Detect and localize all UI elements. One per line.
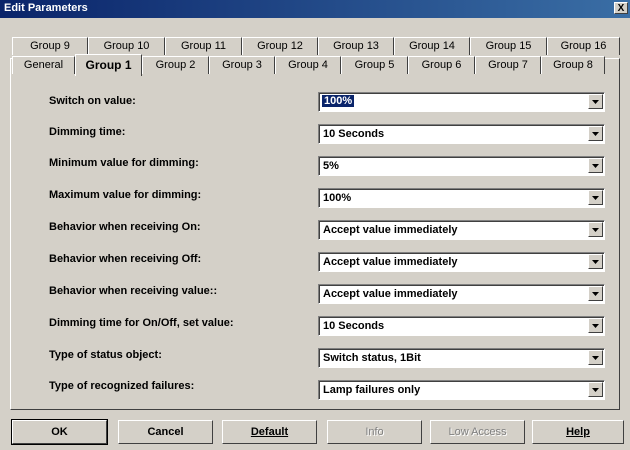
- label-behavior-on: Behavior when receiving On:: [49, 221, 201, 233]
- label-maximum-value: Maximum value for dimming:: [49, 189, 202, 201]
- tab-group-15[interactable]: Group 15: [470, 37, 547, 55]
- dropdown-arrow-icon[interactable]: [588, 158, 603, 173]
- dimming-time-select[interactable]: 10 Seconds: [318, 124, 605, 144]
- dimming-time-onoff-value: 10 Seconds: [323, 320, 385, 332]
- label-dimming-time: Dimming time:: [49, 126, 126, 138]
- behavior-value-value: Accept value immediately: [323, 288, 458, 300]
- tab-group-5[interactable]: Group 5: [341, 56, 408, 74]
- tab-row-front: General Group 1 Group 2 Group 3 Group 4 …: [12, 54, 605, 76]
- behavior-on-value: Accept value immediately: [323, 224, 458, 236]
- dropdown-arrow-icon[interactable]: [588, 350, 603, 365]
- tab-row-back: Group 9 Group 10 Group 11 Group 12 Group…: [12, 37, 620, 55]
- tab-group-9[interactable]: Group 9: [12, 37, 88, 55]
- behavior-off-value: Accept value immediately: [323, 256, 458, 268]
- tab-group-14[interactable]: Group 14: [394, 37, 470, 55]
- dropdown-arrow-icon[interactable]: [588, 190, 603, 205]
- ok-button[interactable]: OK: [11, 419, 108, 445]
- label-status-object-type: Type of status object:: [49, 349, 162, 361]
- label-switch-on-value: Switch on value:: [49, 95, 136, 107]
- dropdown-arrow-icon[interactable]: [588, 94, 603, 109]
- tab-group-11[interactable]: Group 11: [165, 37, 242, 55]
- minimum-value-value: 5%: [323, 160, 339, 172]
- maximum-value-value: 100%: [323, 192, 352, 204]
- cancel-button[interactable]: Cancel: [118, 420, 213, 444]
- dimming-time-value: 10 Seconds: [323, 128, 385, 140]
- switch-on-value-value: 100%: [322, 95, 355, 107]
- tab-group-2[interactable]: Group 2: [142, 56, 209, 74]
- label-minimum-value: Minimum value for dimming:: [49, 157, 199, 169]
- tab-group-7[interactable]: Group 7: [475, 56, 541, 74]
- dropdown-arrow-icon[interactable]: [588, 254, 603, 269]
- tab-group-16[interactable]: Group 16: [547, 37, 620, 55]
- title-bar: Edit Parameters X: [0, 0, 630, 18]
- behavior-off-select[interactable]: Accept value immediately: [318, 252, 605, 272]
- status-object-type-value: Switch status, 1Bit: [323, 352, 421, 364]
- tab-group-8[interactable]: Group 8: [541, 56, 605, 74]
- tab-group-6[interactable]: Group 6: [408, 56, 475, 74]
- tab-group-12[interactable]: Group 12: [242, 37, 318, 55]
- minimum-value-select[interactable]: 5%: [318, 156, 605, 176]
- label-dimming-time-onoff: Dimming time for On/Off, set value:: [49, 317, 234, 329]
- label-recognized-failures: Type of recognized failures:: [49, 380, 195, 392]
- close-button[interactable]: X: [614, 2, 628, 14]
- tab-general[interactable]: General: [12, 56, 75, 74]
- tab-group-3[interactable]: Group 3: [209, 56, 275, 74]
- dropdown-arrow-icon[interactable]: [588, 222, 603, 237]
- dropdown-arrow-icon[interactable]: [588, 126, 603, 141]
- status-object-type-select[interactable]: Switch status, 1Bit: [318, 348, 605, 368]
- behavior-value-select[interactable]: Accept value immediately: [318, 284, 605, 304]
- dropdown-arrow-icon[interactable]: [588, 286, 603, 301]
- dropdown-arrow-icon[interactable]: [588, 318, 603, 333]
- recognized-failures-value: Lamp failures only: [323, 384, 421, 396]
- switch-on-value-select[interactable]: 100%: [318, 92, 605, 112]
- low-access-button[interactable]: Low Access: [430, 420, 525, 444]
- window-title: Edit Parameters: [4, 2, 88, 14]
- label-behavior-value: Behavior when receiving value::: [49, 285, 218, 297]
- tab-group-4[interactable]: Group 4: [275, 56, 341, 74]
- tab-group-1[interactable]: Group 1: [75, 54, 142, 76]
- maximum-value-select[interactable]: 100%: [318, 188, 605, 208]
- behavior-on-select[interactable]: Accept value immediately: [318, 220, 605, 240]
- default-button[interactable]: Default: [222, 420, 317, 444]
- tab-group-10[interactable]: Group 10: [88, 37, 165, 55]
- label-behavior-off: Behavior when receiving Off:: [49, 253, 202, 265]
- recognized-failures-select[interactable]: Lamp failures only: [318, 380, 605, 400]
- dimming-time-onoff-select[interactable]: 10 Seconds: [318, 316, 605, 336]
- dropdown-arrow-icon[interactable]: [588, 382, 603, 397]
- help-button[interactable]: Help: [532, 420, 624, 444]
- info-button[interactable]: Info: [327, 420, 422, 444]
- tab-group-13[interactable]: Group 13: [318, 37, 394, 55]
